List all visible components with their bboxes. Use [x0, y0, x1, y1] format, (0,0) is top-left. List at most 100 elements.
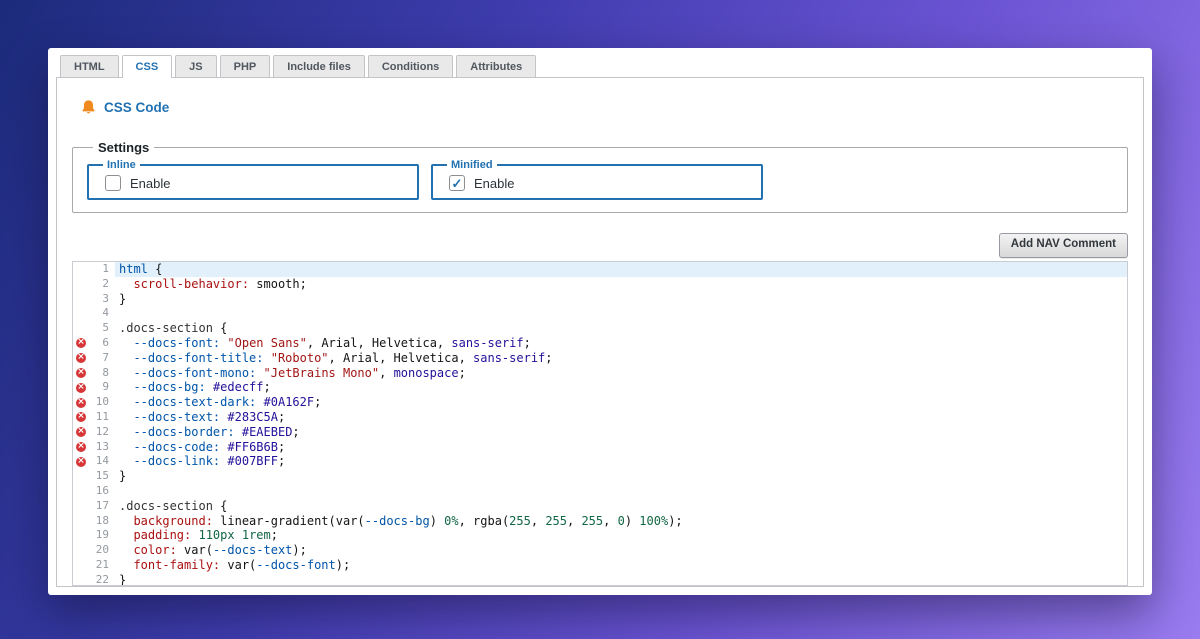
code-text: color: var(--docs-text);	[133, 543, 307, 558]
line-number: 12	[95, 424, 109, 438]
inline-settings-fieldset: Inline Enable	[87, 159, 419, 200]
line-number: 2	[102, 276, 109, 290]
bell-icon	[82, 99, 95, 113]
editor-gutter: 8	[73, 365, 115, 381]
code-line[interactable]: 12 --docs-border: #EAEBED;	[73, 424, 1127, 440]
code-line[interactable]: 8 --docs-font-mono: "JetBrains Mono", mo…	[73, 365, 1127, 381]
code-text: scroll-behavior: smooth;	[133, 276, 307, 291]
editor-gutter: 22	[73, 572, 115, 586]
code-lines: 1 html {2 scroll-behavior: smooth; 3} 4 5 .do…	[73, 262, 1127, 586]
code-text: --docs-bg: #edecff;	[133, 380, 271, 395]
editor-gutter: 1	[73, 262, 115, 277]
code-line[interactable]: 4	[73, 306, 1127, 322]
editor-toolbar: Add NAV Comment	[72, 233, 1128, 258]
code-text: --docs-link: #007BFF;	[133, 454, 286, 469]
line-number: 1	[102, 262, 109, 275]
editor-gutter: 12	[73, 424, 115, 440]
error-icon	[76, 353, 86, 364]
minified-enable-checkbox[interactable]	[449, 175, 465, 191]
editor-gutter: 14	[73, 454, 115, 470]
line-number: 14	[95, 454, 109, 468]
code-text: font-family: var(--docs-font);	[133, 557, 351, 572]
code-line[interactable]: 14 --docs-link: #007BFF;	[73, 454, 1127, 470]
code-text: --docs-font: "Open Sans", Arial, Helveti…	[133, 335, 531, 350]
code-text: .docs-section {	[119, 321, 228, 336]
error-icon	[76, 382, 86, 393]
inline-enable-checkbox[interactable]	[105, 175, 121, 191]
tab-include-files[interactable]: Include files	[273, 55, 365, 77]
code-line[interactable]: 20 color: var(--docs-text);	[73, 543, 1127, 558]
line-number: 11	[95, 409, 109, 423]
code-line[interactable]: 6 --docs-font: "Open Sans", Arial, Helve…	[73, 335, 1127, 351]
check-icon	[452, 176, 463, 191]
code-line[interactable]: 2 scroll-behavior: smooth;	[73, 276, 1127, 292]
editor-gutter: 17	[73, 498, 115, 514]
code-line[interactable]: 7 --docs-font-title: "Roboto", Arial, He…	[73, 350, 1127, 366]
code-text: }	[119, 572, 127, 586]
error-icon	[76, 397, 86, 408]
code-text: --docs-text-dark: #0A162F;	[133, 395, 322, 410]
code-line[interactable]: 17 .docs-section {	[73, 498, 1127, 514]
editor-gutter: 4	[73, 306, 115, 322]
tab-conditions[interactable]: Conditions	[367, 55, 454, 77]
tab-js[interactable]: JS	[175, 55, 217, 77]
minified-enable-text: Enable	[474, 175, 515, 191]
code-text: --docs-code: #FF6B6B;	[133, 439, 286, 454]
code-line[interactable]: 22}	[73, 572, 1127, 586]
line-number: 22	[95, 572, 109, 586]
code-text: }	[119, 469, 127, 484]
line-number: 7	[102, 350, 109, 364]
code-line[interactable]: 18 background: linear-gradient(var(--doc…	[73, 513, 1127, 529]
line-number: 6	[102, 335, 109, 349]
code-line[interactable]: 19 padding: 110px 1rem;	[73, 528, 1127, 544]
minified-legend: Minified	[451, 159, 493, 171]
tab-html[interactable]: HTML	[60, 55, 119, 77]
code-line[interactable]: 11 --docs-text: #283C5A;	[73, 409, 1127, 425]
code-text: .docs-section {	[119, 498, 228, 513]
editor-gutter: 2	[73, 276, 115, 292]
tab-bar: HTML CSS JS PHP Include files Conditions Attri…	[56, 55, 1144, 78]
add-nav-comment-button[interactable]: Add NAV Comment	[998, 233, 1128, 258]
inline-enable-label[interactable]: Enable	[105, 175, 407, 191]
error-icon	[76, 441, 86, 452]
line-number: 8	[102, 365, 109, 379]
code-line[interactable]: 10 --docs-text-dark: #0A162F;	[73, 395, 1127, 410]
editor-gutter: 20	[73, 543, 115, 558]
code-line[interactable]: 16	[73, 483, 1127, 499]
inline-enable-text: Enable	[130, 175, 171, 191]
line-number: 21	[95, 557, 109, 571]
editor-gutter: 13	[73, 439, 115, 455]
code-line[interactable]: 5 .docs-section {	[73, 321, 1127, 336]
editor-gutter: 5	[73, 321, 115, 336]
line-number: 15	[95, 469, 109, 483]
code-line[interactable]: 21 font-family: var(--docs-font);	[73, 557, 1127, 573]
code-line[interactable]: 15}	[73, 469, 1127, 484]
code-line[interactable]: 1 html {	[73, 262, 1127, 277]
tab-attributes[interactable]: Attributes	[456, 55, 537, 77]
editor-gutter: 16	[73, 483, 115, 499]
settings-fieldset: Settings Inline Enable Minified Enable	[72, 140, 1128, 213]
tab-php[interactable]: PHP	[219, 55, 271, 77]
line-number: 10	[95, 395, 109, 409]
editor-gutter: 10	[73, 395, 115, 410]
minified-settings-fieldset: Minified Enable	[431, 159, 763, 200]
code-text: padding: 110px 1rem;	[133, 528, 278, 543]
error-icon	[76, 456, 86, 467]
line-number: 4	[102, 306, 109, 320]
line-number: 17	[95, 498, 109, 512]
editor-gutter: 11	[73, 409, 115, 425]
code-line[interactable]: 9 --docs-bg: #edecff;	[73, 380, 1127, 396]
line-number: 3	[102, 291, 109, 305]
code-text: background: linear-gradient(var(--docs-b…	[133, 513, 683, 528]
tab-css[interactable]: CSS	[121, 55, 173, 78]
code-editor[interactable]: 1 html {2 scroll-behavior: smooth; 3} 4 5 .do…	[72, 261, 1128, 586]
error-icon	[76, 367, 86, 378]
settings-row: Inline Enable Minified Enable	[87, 159, 1113, 200]
line-number: 20	[95, 543, 109, 557]
code-line[interactable]: 3}	[73, 291, 1127, 307]
error-icon	[76, 412, 86, 423]
code-line[interactable]: 13 --docs-code: #FF6B6B;	[73, 439, 1127, 455]
minified-enable-label[interactable]: Enable	[449, 175, 751, 191]
